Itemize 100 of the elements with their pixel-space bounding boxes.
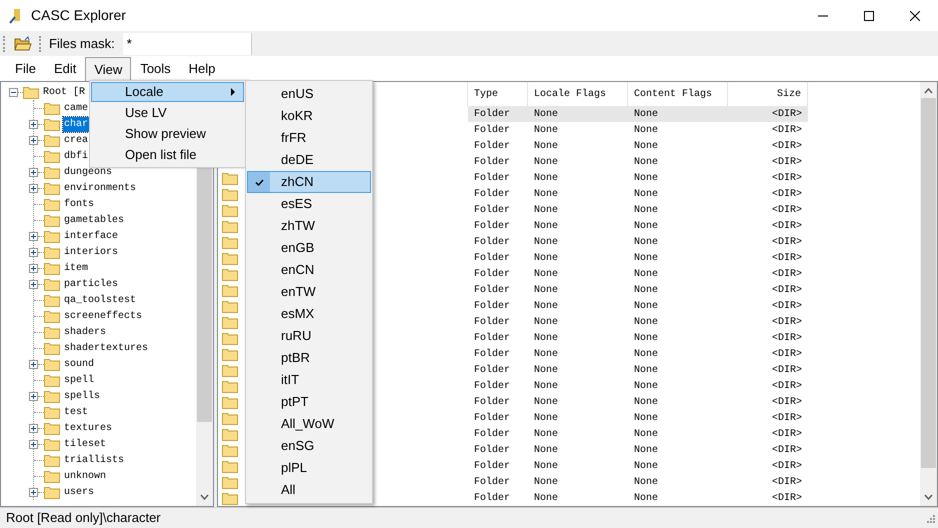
tree-item[interactable]: shaders	[63, 324, 108, 340]
scrollbar-thumb[interactable]	[921, 98, 936, 468]
list-row[interactable]: Folder None None <DIR>	[468, 170, 808, 186]
menu-item[interactable]: koKR	[247, 105, 371, 127]
list-row[interactable]: Folder None None <DIR>	[468, 218, 808, 234]
resize-grip-icon[interactable]	[925, 513, 935, 523]
list-row[interactable]: Folder None None <DIR>	[468, 346, 808, 362]
menu-item[interactable]: All	[247, 479, 371, 501]
menu-item[interactable]: ptBR	[247, 347, 371, 369]
menu-item[interactable]: All_WoW	[247, 413, 371, 435]
menu-item[interactable]: enTW	[247, 281, 371, 303]
expand-icon[interactable]	[29, 184, 38, 192]
expand-icon[interactable]	[29, 440, 38, 448]
tree-item[interactable]: textures	[63, 420, 114, 436]
menu-item[interactable]: enCN	[247, 259, 371, 281]
list-row[interactable]: Folder None None <DIR>	[468, 378, 808, 394]
menu-item[interactable]: itIT	[247, 369, 371, 391]
menu-item[interactable]: ruRU	[247, 325, 371, 347]
list-row[interactable]: Folder None None <DIR>	[468, 330, 808, 346]
menu-item[interactable]: esES	[247, 193, 371, 215]
list-scrollbar[interactable]	[920, 82, 937, 506]
tree-item[interactable]: particles	[63, 276, 120, 292]
tree-item[interactable]: item	[63, 260, 90, 276]
list-row[interactable]: Folder None None <DIR>	[468, 458, 808, 474]
tree-item[interactable]: char	[63, 116, 90, 132]
tree-item[interactable]: environments	[63, 180, 138, 196]
tree-item[interactable]: spells	[63, 388, 102, 404]
tree-item[interactable]: sound	[63, 356, 96, 372]
tree-item[interactable]: fonts	[63, 196, 96, 212]
menu-item[interactable]: esMX	[247, 303, 371, 325]
tree-item[interactable]: gametables	[63, 212, 126, 228]
tree-item[interactable]: dbfi	[63, 148, 90, 164]
menu-item[interactable]: Tools	[131, 57, 180, 81]
expand-icon[interactable]	[29, 488, 38, 496]
list-row[interactable]: Folder None None <DIR>	[468, 250, 808, 266]
list-row[interactable]: Folder None None <DIR>	[468, 234, 808, 250]
expand-icon[interactable]	[29, 248, 38, 256]
list-row[interactable]: Folder None None <DIR>	[468, 442, 808, 458]
expand-icon[interactable]	[29, 120, 38, 128]
list-row[interactable]: Folder None None <DIR>	[468, 474, 808, 490]
list-row[interactable]: Folder None None <DIR>	[468, 138, 808, 154]
menu-item[interactable]: View	[85, 57, 132, 81]
menu-item[interactable]: enUS	[247, 83, 371, 105]
list-row[interactable]: Folder None None <DIR>	[468, 362, 808, 378]
expand-icon[interactable]	[29, 264, 38, 272]
expand-icon[interactable]	[29, 360, 38, 368]
menu-item[interactable]: enGB	[247, 237, 371, 259]
tree-item[interactable]: unknown	[63, 468, 108, 484]
list-row[interactable]: Folder None None <DIR>	[468, 410, 808, 426]
list-row[interactable]: Folder None None <DIR>	[468, 122, 808, 138]
tree-item[interactable]: shadertextures	[63, 340, 150, 356]
menu-item[interactable]: Locale	[91, 82, 244, 102]
open-folder-button[interactable]	[13, 34, 33, 54]
expand-icon[interactable]	[29, 168, 38, 176]
menu-item[interactable]: File	[6, 57, 45, 81]
menu-item[interactable]: Use LV	[91, 103, 244, 123]
list-row[interactable]: Folder None None <DIR>	[468, 186, 808, 202]
list-row[interactable]: Folder None None <DIR>	[468, 298, 808, 314]
expand-icon[interactable]	[29, 392, 38, 400]
scroll-up-icon[interactable]	[924, 88, 933, 94]
list-row[interactable]: Folder None None <DIR>	[468, 314, 808, 330]
list-row[interactable]: Folder None None <DIR>	[468, 282, 808, 298]
list-row[interactable]: Folder None None <DIR>	[468, 490, 808, 506]
tree-item[interactable]: tileset	[63, 436, 108, 452]
menu-item[interactable]: zhCN	[247, 171, 371, 193]
files-mask-field[interactable]: *	[122, 32, 251, 54]
tree-item[interactable]: triallists	[63, 452, 126, 468]
menu-item[interactable]: Show preview	[91, 124, 244, 144]
menu-item[interactable]: plPL	[247, 457, 371, 479]
menu-item[interactable]: zhTW	[247, 215, 371, 237]
menu-item[interactable]: frFR	[247, 127, 371, 149]
tree-item[interactable]: test	[63, 404, 90, 420]
expand-icon[interactable]	[29, 232, 38, 240]
tree-item[interactable]: interiors	[63, 244, 120, 260]
tree-item[interactable]: crea	[63, 132, 90, 148]
tree-item[interactable]: users	[63, 484, 96, 500]
menu-item[interactable]: enSG	[247, 435, 371, 457]
expand-icon[interactable]	[29, 424, 38, 432]
menu-item[interactable]: Edit	[44, 57, 86, 81]
tree-item[interactable]: Root [R	[42, 84, 86, 100]
scroll-down-icon[interactable]	[924, 494, 933, 500]
menu-item[interactable]: ptPT	[247, 391, 371, 413]
expand-icon[interactable]	[29, 136, 38, 144]
expand-icon[interactable]	[29, 280, 38, 288]
menu-item[interactable]: deDE	[247, 149, 371, 171]
tree-item[interactable]: qa_toolstest	[63, 292, 138, 308]
tree-item[interactable]: spell	[63, 372, 96, 388]
tree-item[interactable]: interface	[63, 228, 120, 244]
menu-item[interactable]: Open list file	[91, 145, 244, 165]
scroll-down-icon[interactable]	[200, 494, 209, 500]
list-row[interactable]: Folder None None <DIR>	[468, 426, 808, 442]
list-row[interactable]: Folder None None <DIR>	[468, 394, 808, 410]
collapse-icon[interactable]	[9, 88, 18, 96]
list-row[interactable]: Folder None None <DIR>	[468, 106, 808, 122]
tree-item[interactable]: screeneffects	[63, 308, 144, 324]
menu-item[interactable]: Help	[180, 57, 224, 81]
list-row[interactable]: Folder None None <DIR>	[468, 266, 808, 282]
tree-item[interactable]: came	[63, 100, 90, 116]
list-row[interactable]: Folder None None <DIR>	[468, 154, 808, 170]
list-row[interactable]: Folder None None <DIR>	[468, 202, 808, 218]
